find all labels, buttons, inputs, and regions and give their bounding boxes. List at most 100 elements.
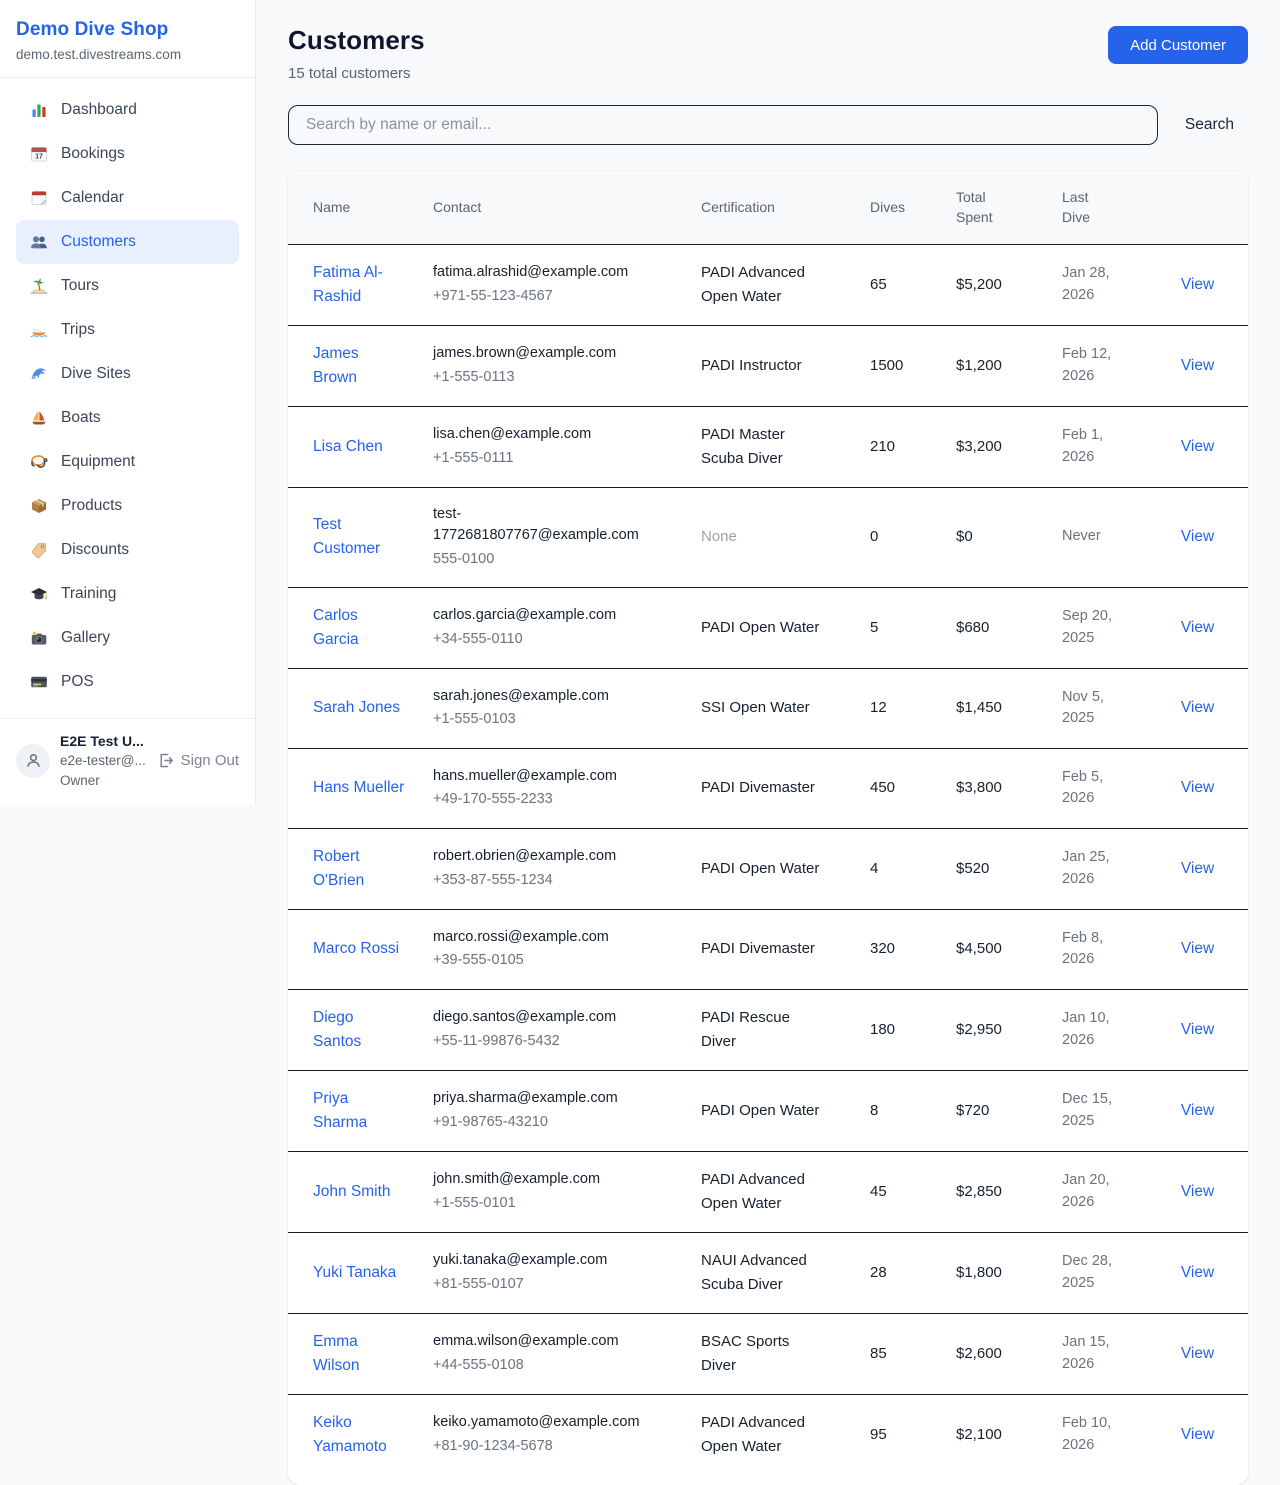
customer-name-link[interactable]: Carlos Garcia [313, 604, 406, 652]
customer-total-spent: $2,100 [956, 1426, 1002, 1443]
customer-certification: PADI Advanced Open Water [701, 1414, 805, 1455]
sidebar-item-label: Boats [61, 409, 101, 427]
view-link[interactable]: View [1181, 276, 1214, 293]
sidebar-item-label: Dive Sites [61, 365, 131, 383]
view-link[interactable]: View [1181, 699, 1214, 716]
sign-out-icon [157, 752, 174, 769]
sidebar-item-boats[interactable]: Boats [16, 396, 239, 440]
table-row: Marco Rossi marco.rossi@example.com +39-… [288, 910, 1248, 990]
customer-name-link[interactable]: Robert O'Brien [313, 845, 406, 893]
sidebar-item-training[interactable]: Training [16, 572, 239, 616]
view-link[interactable]: View [1181, 860, 1214, 877]
table-row: Test Customer test-1772681807767@example… [288, 488, 1248, 588]
customer-dives: 1500 [870, 357, 903, 374]
customer-email: diego.santos@example.com [433, 1007, 646, 1029]
customer-certification: PADI Open Water [701, 860, 819, 877]
customer-last-dive: Never [1062, 528, 1101, 544]
customer-email: marco.rossi@example.com [433, 927, 646, 949]
view-link[interactable]: View [1181, 357, 1214, 374]
sidebar-item-gallery[interactable]: Gallery [16, 616, 239, 660]
customer-dives: 450 [870, 779, 895, 796]
tear-calendar-icon [30, 189, 48, 207]
sidebar-item-label: Training [61, 585, 116, 603]
table-row: Emma Wilson emma.wilson@example.com +44-… [288, 1314, 1248, 1395]
customer-name-link[interactable]: Fatima Al-Rashid [313, 261, 406, 309]
customer-name-link[interactable]: Emma Wilson [313, 1330, 406, 1378]
sidebar-item-customers[interactable]: Customers [16, 220, 239, 264]
view-link[interactable]: View [1181, 619, 1214, 636]
customer-name-link[interactable]: James Brown [313, 342, 406, 390]
sidebar-item-label: Products [61, 497, 122, 515]
sidebar-item-dive-sites[interactable]: Dive Sites [16, 352, 239, 396]
sidebar-item-discounts[interactable]: Discounts [16, 528, 239, 572]
customer-dives: 5 [870, 619, 878, 636]
main-content: Customers 15 total customers Add Custome… [256, 0, 1280, 1485]
add-customer-button[interactable]: Add Customer [1108, 26, 1248, 64]
customer-name-link[interactable]: Marco Rossi [313, 937, 399, 961]
search-input[interactable] [288, 105, 1158, 145]
grad-cap-icon [30, 585, 48, 603]
customer-total-spent: $2,950 [956, 1021, 1002, 1038]
customer-total-spent: $0 [956, 528, 973, 545]
customer-last-dive: Feb 1, 2026 [1062, 427, 1103, 465]
customer-phone: +81-90-1234-5678 [433, 1436, 646, 1458]
sidebar-item-calendar[interactable]: Calendar [16, 176, 239, 220]
customer-last-dive: Jan 20, 2026 [1062, 1172, 1110, 1210]
customer-phone: +353-87-555-1234 [433, 870, 646, 892]
customer-total-spent: $2,850 [956, 1183, 1002, 1200]
sign-out-button[interactable]: Sign Out [157, 752, 239, 769]
customer-name-link[interactable]: Diego Santos [313, 1006, 406, 1054]
customer-certification: PADI Divemaster [701, 779, 815, 796]
sidebar-item-label: POS [61, 673, 94, 691]
view-link[interactable]: View [1181, 940, 1214, 957]
shop-name: Demo Dive Shop [16, 19, 239, 41]
customer-last-dive: Sep 20, 2025 [1062, 608, 1112, 646]
customer-certification: PADI Divemaster [701, 940, 815, 957]
column-header-contact: Contact [433, 181, 701, 233]
view-link[interactable]: View [1181, 1183, 1214, 1200]
speedboat-icon [30, 321, 48, 339]
sidebar-header: Demo Dive Shop demo.test.divestreams.com [0, 0, 255, 78]
customer-name-link[interactable]: John Smith [313, 1180, 391, 1204]
view-link[interactable]: View [1181, 1021, 1214, 1038]
sidebar-item-label: Calendar [61, 189, 124, 207]
search-button[interactable]: Search [1158, 116, 1248, 134]
sidebar-item-products[interactable]: Products [16, 484, 239, 528]
customer-name-link[interactable]: Test Customer [313, 513, 406, 561]
sidebar-item-pos[interactable]: POS [16, 660, 239, 704]
view-link[interactable]: View [1181, 1426, 1214, 1443]
customer-phone: +49-170-555-2233 [433, 789, 646, 811]
customer-name-link[interactable]: Keiko Yamamoto [313, 1411, 406, 1459]
customer-email: robert.obrien@example.com [433, 846, 646, 868]
customer-name-link[interactable]: Hans Mueller [313, 776, 404, 800]
customer-dives: 95 [870, 1426, 887, 1443]
sidebar-item-dashboard[interactable]: Dashboard [16, 88, 239, 132]
island-icon [30, 277, 48, 295]
sidebar-item-trips[interactable]: Trips [16, 308, 239, 352]
customer-last-dive: Feb 8, 2026 [1062, 930, 1103, 968]
svg-text:17: 17 [35, 154, 43, 161]
customer-last-dive: Feb 5, 2026 [1062, 769, 1103, 807]
view-link[interactable]: View [1181, 1345, 1214, 1362]
customer-email: hans.mueller@example.com [433, 766, 646, 788]
customer-name-link[interactable]: Lisa Chen [313, 435, 383, 459]
customer-dives: 28 [870, 1264, 887, 1281]
view-link[interactable]: View [1181, 1264, 1214, 1281]
customer-name-link[interactable]: Sarah Jones [313, 696, 400, 720]
customer-name-link[interactable]: Yuki Tanaka [313, 1261, 396, 1285]
table-row: Diego Santos diego.santos@example.com +5… [288, 990, 1248, 1071]
view-link[interactable]: View [1181, 528, 1214, 545]
view-link[interactable]: View [1181, 438, 1214, 455]
sidebar-item-tours[interactable]: Tours [16, 264, 239, 308]
customer-dives: 4 [870, 860, 878, 877]
customer-last-dive: Jan 25, 2026 [1062, 849, 1110, 887]
sidebar-item-bookings[interactable]: 17 Bookings [16, 132, 239, 176]
table-row: James Brown james.brown@example.com +1-5… [288, 326, 1248, 407]
customer-phone: +1-555-0111 [433, 448, 646, 470]
view-link[interactable]: View [1181, 1102, 1214, 1119]
sidebar-item-equipment[interactable]: Equipment [16, 440, 239, 484]
customer-certification: None [701, 528, 737, 545]
view-link[interactable]: View [1181, 779, 1214, 796]
customer-phone: +44-555-0108 [433, 1355, 646, 1377]
customer-name-link[interactable]: Priya Sharma [313, 1087, 406, 1135]
